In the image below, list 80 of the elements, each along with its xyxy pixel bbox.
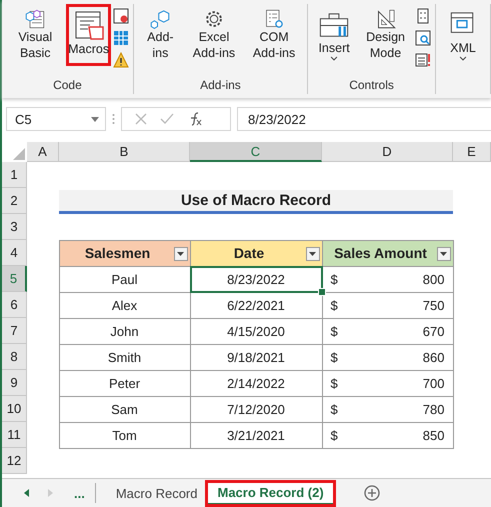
formula-field[interactable]: 8/23/2022: [237, 107, 491, 131]
header-label: Date: [234, 245, 266, 261]
column-header[interactable]: E: [453, 142, 491, 162]
row-header[interactable]: 3: [2, 214, 27, 240]
table-cell: Tom: [58, 422, 190, 448]
properties-icon: [415, 8, 431, 24]
amount-value: 750: [422, 298, 444, 312]
currency-symbol: $: [330, 350, 338, 364]
amount-value: 670: [422, 324, 444, 338]
filter-button[interactable]: [436, 246, 450, 260]
row-header[interactable]: 11: [2, 422, 27, 448]
record-macro-icon: [112, 8, 129, 24]
amount-value: 800: [422, 272, 444, 286]
plus-circle-icon: [364, 485, 380, 501]
macro-sheet-icon: [72, 9, 105, 41]
insert-button[interactable]: Insert: [312, 4, 356, 66]
row-header[interactable]: 8: [2, 344, 27, 370]
magnifier-window-button[interactable]: [415, 30, 431, 46]
filter-button[interactable]: [174, 246, 188, 260]
select-all-icon: [13, 148, 25, 160]
currency-symbol: $: [330, 272, 338, 286]
com-add-ins-button[interactable]: COM Add-ins: [245, 4, 304, 66]
column-header[interactable]: D: [322, 142, 453, 162]
excel-add-ins-button[interactable]: Excel Add-ins: [184, 4, 244, 66]
currency-symbol: $: [330, 402, 338, 416]
column-header[interactable]: B: [59, 142, 190, 162]
filter-caret-icon: [440, 252, 447, 256]
currency-symbol: $: [330, 428, 338, 442]
table-grid-button[interactable]: [112, 30, 129, 46]
amount-value: 780: [422, 402, 444, 416]
amount-value: 700: [422, 376, 444, 390]
row-header[interactable]: 1: [2, 162, 27, 188]
dialog-alert-button[interactable]: [415, 52, 431, 68]
xml-button[interactable]: XML: [440, 4, 486, 66]
warning-button[interactable]: [112, 52, 129, 68]
amount-value: 860: [422, 350, 444, 364]
header-label: Sales Amount: [334, 245, 428, 261]
amount-value: 850: [422, 428, 444, 442]
enter-icon: [160, 112, 174, 126]
magnifier-window-icon: [415, 30, 431, 46]
fill-handle[interactable]: [318, 288, 326, 296]
filter-button[interactable]: [306, 246, 320, 260]
more-sheets-button[interactable]: ...: [64, 486, 95, 500]
sheet-tab[interactable]: Macro Record: [106, 482, 208, 504]
currency-symbol: $: [330, 298, 338, 312]
row-header[interactable]: 12: [2, 448, 27, 474]
filter-caret-icon: [177, 252, 184, 256]
sheet-title: Use of Macro Record: [59, 190, 453, 214]
design-mode-button[interactable]: Design Mode: [358, 4, 413, 66]
row-header[interactable]: 4: [2, 240, 27, 266]
dropdown-icon: [91, 116, 99, 122]
row-header[interactable]: 10: [2, 396, 27, 422]
record-macro-button[interactable]: [112, 8, 129, 24]
row-header[interactable]: 5: [2, 266, 27, 292]
sheet-tab[interactable]: Macro Record (2): [207, 482, 334, 504]
cancel-icon: [134, 112, 148, 126]
currency-symbol: $: [330, 376, 338, 390]
visual-basic-button[interactable]: Visual Basic: [6, 4, 64, 66]
warning-icon: [112, 52, 129, 68]
group-label: Code: [52, 78, 83, 94]
header-label: Salesmen: [84, 245, 152, 261]
add-ins-button[interactable]: Add-ins: [138, 4, 183, 66]
right-arrow-icon: [48, 489, 52, 497]
grip-icon: [112, 113, 115, 125]
table-grid-icon: [112, 30, 129, 46]
name-box[interactable]: C5: [6, 107, 106, 131]
row-header[interactable]: 2: [2, 188, 27, 214]
properties-button[interactable]: [415, 8, 431, 24]
row-header[interactable]: 7: [2, 318, 27, 344]
column-header[interactable]: C: [190, 142, 322, 162]
row-header[interactable]: 9: [2, 370, 27, 396]
left-arrow-icon: [24, 489, 28, 497]
column-header[interactable]: A: [27, 142, 59, 162]
group-label: Controls: [348, 78, 395, 94]
new-sheet-button[interactable]: [364, 485, 380, 501]
filter-caret-icon: [309, 252, 316, 256]
dialog-alert-icon: [415, 52, 431, 68]
group-label: Add-ins: [199, 78, 242, 94]
row-header[interactable]: 6: [2, 292, 27, 318]
currency-symbol: $: [330, 324, 338, 338]
